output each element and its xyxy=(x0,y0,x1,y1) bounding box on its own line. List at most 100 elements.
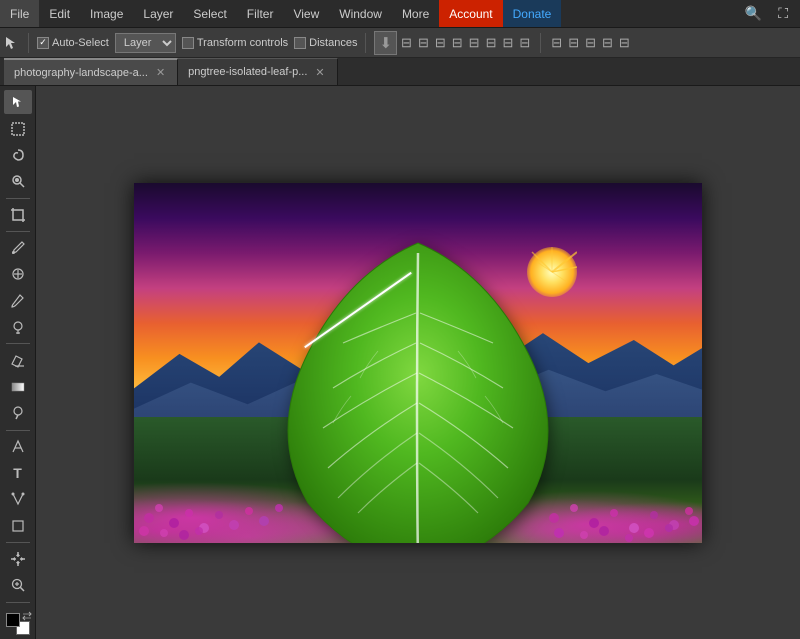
toolbar-divider-1 xyxy=(28,33,29,53)
menu-more[interactable]: More xyxy=(392,0,439,27)
align-top2-icon[interactable]: ⊟ xyxy=(600,33,615,53)
align-bottom-icon[interactable]: ⊟ xyxy=(484,33,499,53)
layer-dropdown[interactable]: Layer Group xyxy=(115,33,176,53)
tool-pen[interactable] xyxy=(4,434,32,458)
dodge-tool-icon xyxy=(10,405,26,421)
canvas-image xyxy=(134,183,702,543)
tool-path-select[interactable] xyxy=(4,487,32,511)
tool-eyedropper[interactable] xyxy=(4,236,32,260)
gradient-tool-icon xyxy=(10,379,26,395)
tool-marquee[interactable] xyxy=(4,116,32,140)
tool-separator-4 xyxy=(6,430,30,431)
align-right-icon[interactable]: ⊟ xyxy=(433,33,448,53)
tool-eraser[interactable] xyxy=(4,348,32,372)
toolbar-divider-2 xyxy=(365,33,366,53)
align-center-h-icon[interactable]: ⊟ xyxy=(416,33,431,53)
menu-bar: File Edit Image Layer Select Filter View… xyxy=(0,0,800,28)
tool-stamp[interactable] xyxy=(4,315,32,339)
auto-select-label: Auto-Select xyxy=(52,37,109,49)
tab-leaf-label: pngtree-isolated-leaf-p... xyxy=(188,66,307,78)
distances-checkbox[interactable] xyxy=(294,37,306,49)
stamp-tool-icon xyxy=(10,319,26,335)
tab-leaf[interactable]: pngtree-isolated-leaf-p... ✕ xyxy=(178,58,337,85)
healing-brush-icon xyxy=(10,266,26,282)
marquee-tool-icon xyxy=(10,121,26,137)
search-icon[interactable]: 🔍 xyxy=(741,3,766,24)
align-icons-group2: ⊟ ⊟ ⊟ ⊟ ⊟ xyxy=(549,33,632,53)
main-layout: T xyxy=(0,86,800,639)
menu-account[interactable]: Account xyxy=(439,0,502,27)
eyedropper-icon xyxy=(10,240,26,256)
tool-crop[interactable] xyxy=(4,203,32,227)
menu-select[interactable]: Select xyxy=(183,0,236,27)
tool-healing[interactable] xyxy=(4,262,32,286)
color-swatches[interactable] xyxy=(4,611,32,635)
tab-landscape[interactable]: photography-landscape-a... ✕ xyxy=(4,58,178,85)
distances-group: Distances xyxy=(294,37,357,49)
transform-controls-group: Transform controls xyxy=(182,37,288,49)
transform-controls-label: Transform controls xyxy=(197,37,288,49)
align-left-icon[interactable]: ⊟ xyxy=(399,33,414,53)
tool-separator-5 xyxy=(6,542,30,543)
tool-pan[interactable] xyxy=(4,547,32,571)
tool-shape[interactable] xyxy=(4,514,32,538)
menu-view[interactable]: View xyxy=(283,0,329,27)
move-cursor-icon xyxy=(4,35,20,51)
distribute-h-icon[interactable]: ⊟ xyxy=(500,33,515,53)
auto-select-checkbox[interactable] xyxy=(37,37,49,49)
tool-dodge[interactable] xyxy=(4,401,32,425)
zoom-tool-icon xyxy=(10,577,26,593)
tool-move[interactable] xyxy=(4,90,32,114)
tab-landscape-close[interactable]: ✕ xyxy=(154,65,167,80)
menu-window[interactable]: Window xyxy=(329,0,392,27)
distances-label: Distances xyxy=(309,37,357,49)
foreground-color-swatch[interactable] xyxy=(6,613,20,627)
swap-colors-icon[interactable] xyxy=(22,611,32,621)
eraser-icon xyxy=(10,352,26,368)
tab-landscape-label: photography-landscape-a... xyxy=(14,67,148,79)
menu-image[interactable]: Image xyxy=(80,0,133,27)
document-tabs: photography-landscape-a... ✕ pngtree-iso… xyxy=(0,58,800,86)
options-toolbar: Auto-Select Layer Group Transform contro… xyxy=(0,28,800,58)
tab-leaf-close[interactable]: ✕ xyxy=(313,65,326,80)
lasso-tool-icon xyxy=(10,147,26,163)
align-center2-icon[interactable]: ⊟ xyxy=(566,33,581,53)
leaf-svg xyxy=(248,233,588,543)
pen-tool-icon xyxy=(10,439,26,455)
tool-separator-6 xyxy=(6,602,30,603)
align-top-icon[interactable]: ⊟ xyxy=(450,33,465,53)
tool-gradient[interactable] xyxy=(4,375,32,399)
tool-zoom[interactable] xyxy=(4,573,32,597)
align-left2-icon[interactable]: ⊟ xyxy=(549,33,564,53)
crop-tool-icon xyxy=(10,207,26,223)
menu-donate[interactable]: Donate xyxy=(503,0,562,27)
brush-tool-icon xyxy=(10,293,26,309)
menu-edit[interactable]: Edit xyxy=(39,0,80,27)
pan-tool-icon xyxy=(10,551,26,567)
text-tool-label: T xyxy=(13,465,22,481)
tool-text[interactable]: T xyxy=(4,461,32,485)
align-right2-icon[interactable]: ⊟ xyxy=(583,33,598,53)
menu-file[interactable]: File xyxy=(0,0,39,27)
toolbar-divider-3 xyxy=(540,33,541,53)
path-select-icon xyxy=(10,491,26,507)
canvas-wrapper xyxy=(134,183,702,543)
toolbox: T xyxy=(0,86,36,639)
menu-filter[interactable]: Filter xyxy=(237,0,284,27)
distribute-v-icon[interactable]: ⊟ xyxy=(517,33,532,53)
align-center-v-icon[interactable]: ⊟ xyxy=(467,33,482,53)
move-tool-icon xyxy=(10,94,26,110)
tool-brush[interactable] xyxy=(4,289,32,313)
tool-separator-2 xyxy=(6,231,30,232)
align-icons-group: ⬇ ⊟ ⊟ ⊟ ⊟ ⊟ ⊟ ⊟ ⊟ xyxy=(374,31,532,55)
menu-layer[interactable]: Layer xyxy=(133,0,183,27)
tool-lasso[interactable] xyxy=(4,143,32,167)
transform-controls-checkbox[interactable] xyxy=(182,37,194,49)
download-icon[interactable]: ⬇ xyxy=(374,31,397,55)
fullscreen-icon[interactable]: ⛶ xyxy=(774,3,792,24)
tool-quick-select[interactable] xyxy=(4,169,32,193)
leaf-overlay xyxy=(134,183,702,543)
move-tool-indicator xyxy=(4,35,20,51)
align-full-icon[interactable]: ⊟ xyxy=(617,33,632,53)
tool-separator-1 xyxy=(6,198,30,199)
